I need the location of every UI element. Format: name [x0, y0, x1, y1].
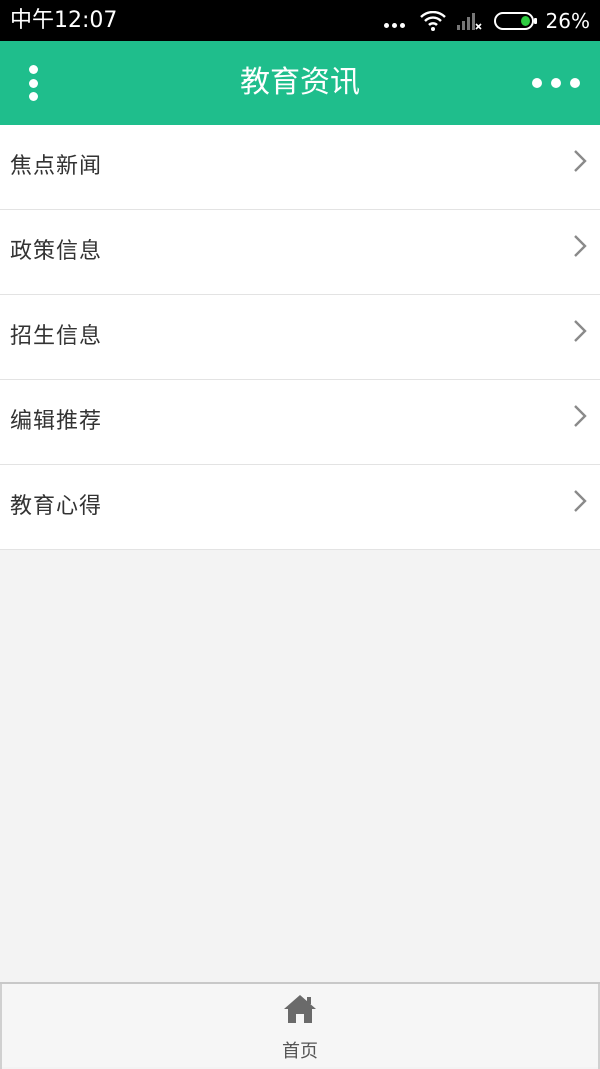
list-item-label: 政策信息 — [10, 239, 103, 264]
category-list: 焦点新闻 政策信息 招生信息 编辑推荐 教育心得 — [0, 125, 600, 550]
list-item-label: 教育心得 — [10, 494, 103, 519]
notification-dots-icon — [383, 22, 408, 28]
list-item-focus-news[interactable]: 焦点新闻 — [0, 125, 600, 210]
list-item-label: 编辑推荐 — [10, 409, 103, 434]
list-item-label: 招生信息 — [10, 324, 103, 349]
chevron-right-icon — [574, 235, 587, 257]
battery-percentage: 26% — [545, 9, 590, 33]
status-indicators: 26% — [383, 6, 590, 36]
list-item-admissions-info[interactable]: 招生信息 — [0, 295, 600, 380]
list-item-editor-picks[interactable]: 编辑推荐 — [0, 380, 600, 465]
app-header: 教育资讯 — [0, 41, 600, 125]
chevron-right-icon — [574, 490, 587, 512]
list-item-education-insights[interactable]: 教育心得 — [0, 465, 600, 550]
status-bar: 中午12:07 26% — [0, 0, 600, 41]
signal-icon — [456, 13, 482, 30]
tab-home[interactable]: 首页 — [250, 984, 350, 1067]
list-item-label: 焦点新闻 — [10, 154, 103, 179]
chevron-right-icon — [574, 320, 587, 342]
tab-home-label: 首页 — [282, 1041, 318, 1062]
wifi-icon — [419, 11, 446, 31]
list-item-policy-info[interactable]: 政策信息 — [0, 210, 600, 295]
bottom-tab-bar: 首页 — [0, 982, 600, 1069]
vertical-dots-icon — [28, 65, 38, 74]
horizontal-dots-icon — [532, 78, 542, 88]
menu-button[interactable] — [14, 61, 52, 105]
more-options-button[interactable] — [532, 65, 580, 101]
chevron-right-icon — [574, 150, 587, 172]
chevron-right-icon — [574, 405, 587, 427]
home-icon — [284, 995, 316, 1023]
page-title: 教育资讯 — [240, 65, 360, 100]
battery-icon — [493, 12, 537, 30]
status-time: 中午12:07 — [10, 8, 118, 33]
